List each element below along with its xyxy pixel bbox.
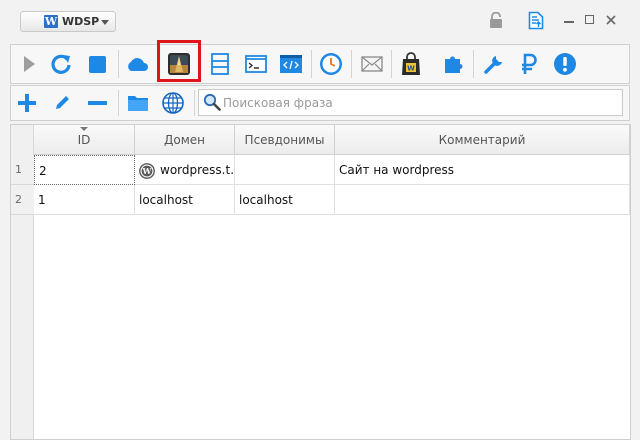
remove-icon bbox=[87, 101, 107, 105]
folder-button[interactable] bbox=[122, 87, 154, 119]
separator bbox=[118, 50, 119, 78]
refresh-icon bbox=[51, 54, 71, 74]
separator bbox=[311, 50, 312, 78]
separator bbox=[194, 90, 195, 116]
app-logo-icon: W bbox=[44, 15, 58, 28]
folder-icon bbox=[128, 96, 148, 111]
globe-icon bbox=[162, 92, 184, 114]
row-number: 2 bbox=[11, 185, 34, 215]
terminal-icon bbox=[245, 55, 267, 73]
remove-button[interactable] bbox=[81, 87, 113, 119]
code-icon bbox=[280, 55, 302, 73]
minimize-icon[interactable] bbox=[564, 21, 574, 23]
terminal-button[interactable] bbox=[240, 48, 272, 80]
task-document-icon[interactable] bbox=[528, 11, 544, 30]
edit-button[interactable] bbox=[46, 87, 78, 119]
column-header-comment[interactable]: Комментарий bbox=[335, 125, 630, 155]
play-button[interactable] bbox=[13, 48, 45, 80]
puzzle-button[interactable] bbox=[438, 48, 470, 80]
lock-icon[interactable] bbox=[489, 12, 503, 29]
column-header-label: ID bbox=[77, 133, 91, 147]
add-icon bbox=[18, 94, 36, 112]
edit-toolbar bbox=[10, 85, 630, 121]
table-cell-aliases[interactable]: localhost bbox=[235, 185, 335, 215]
sort-indicator-icon bbox=[80, 127, 88, 131]
table-cell-id[interactable]: 2 bbox=[34, 155, 135, 185]
chevron-down-icon bbox=[101, 20, 109, 25]
table-cell-aliases[interactable] bbox=[235, 155, 335, 185]
alert-icon bbox=[554, 53, 576, 75]
table-cell-id[interactable]: 1 bbox=[34, 185, 135, 215]
code-button[interactable] bbox=[275, 48, 307, 80]
column-header-domain[interactable]: Домен bbox=[135, 125, 235, 155]
search-icon bbox=[203, 93, 221, 111]
separator bbox=[351, 50, 352, 78]
puzzle-icon bbox=[445, 56, 463, 73]
domains-table: ID Домен Псевдонимы Комментарий 1 2 W wo… bbox=[10, 124, 631, 440]
clock-button[interactable] bbox=[315, 48, 347, 80]
column-header-label: Псевдонимы bbox=[244, 133, 325, 147]
domain-text: wordpress.t... bbox=[160, 163, 235, 177]
app-selector-dropdown[interactable]: W WDSP bbox=[20, 11, 116, 32]
column-header-id[interactable]: ID bbox=[34, 125, 135, 155]
separator bbox=[473, 50, 474, 78]
refresh-button[interactable] bbox=[45, 48, 77, 80]
app-name: WDSP bbox=[62, 15, 100, 28]
mail-button[interactable] bbox=[356, 48, 388, 80]
main-toolbar: W bbox=[10, 40, 630, 84]
clock-icon bbox=[320, 53, 342, 75]
table-cell-comment[interactable] bbox=[335, 185, 630, 215]
wrench-icon bbox=[484, 56, 502, 74]
column-header-label: Домен bbox=[164, 133, 205, 147]
svg-text:W: W bbox=[142, 166, 153, 176]
search-box[interactable] bbox=[198, 89, 623, 116]
cloud-icon bbox=[128, 58, 148, 71]
ruble-button[interactable] bbox=[513, 48, 545, 80]
shop-bag-icon: W bbox=[402, 52, 420, 75]
table-cell-domain[interactable]: localhost bbox=[135, 185, 235, 215]
edit-pencil-icon bbox=[56, 96, 69, 109]
separator bbox=[391, 50, 392, 78]
selected-button-highlight bbox=[157, 40, 201, 82]
svg-text:W: W bbox=[407, 65, 415, 73]
table-cell-comment[interactable]: Сайт на wordpress bbox=[335, 155, 630, 185]
stop-icon bbox=[88, 55, 106, 73]
globe-button[interactable] bbox=[157, 87, 189, 119]
column-header-label: Комментарий bbox=[438, 133, 526, 147]
maximize-icon[interactable] bbox=[585, 15, 594, 24]
mail-icon bbox=[361, 56, 383, 72]
wordpress-icon: W bbox=[139, 162, 155, 179]
close-icon[interactable] bbox=[606, 15, 616, 25]
column-header-aliases[interactable]: Псевдонимы bbox=[235, 125, 335, 155]
ruble-icon bbox=[522, 53, 537, 74]
title-bar: W WDSP bbox=[0, 0, 640, 42]
row-number: 1 bbox=[11, 155, 34, 185]
table-cell-domain[interactable]: W wordpress.t... bbox=[135, 155, 235, 185]
shop-bag-button[interactable]: W bbox=[395, 48, 427, 80]
wrench-button[interactable] bbox=[478, 48, 510, 80]
list-button[interactable] bbox=[204, 48, 236, 80]
cloud-button[interactable] bbox=[121, 48, 153, 80]
separator bbox=[118, 90, 119, 116]
stop-button[interactable] bbox=[81, 48, 113, 80]
play-icon bbox=[24, 56, 35, 72]
alert-button[interactable] bbox=[549, 48, 581, 80]
list-icon bbox=[211, 53, 229, 75]
search-input[interactable] bbox=[223, 90, 618, 115]
add-button[interactable] bbox=[11, 87, 43, 119]
